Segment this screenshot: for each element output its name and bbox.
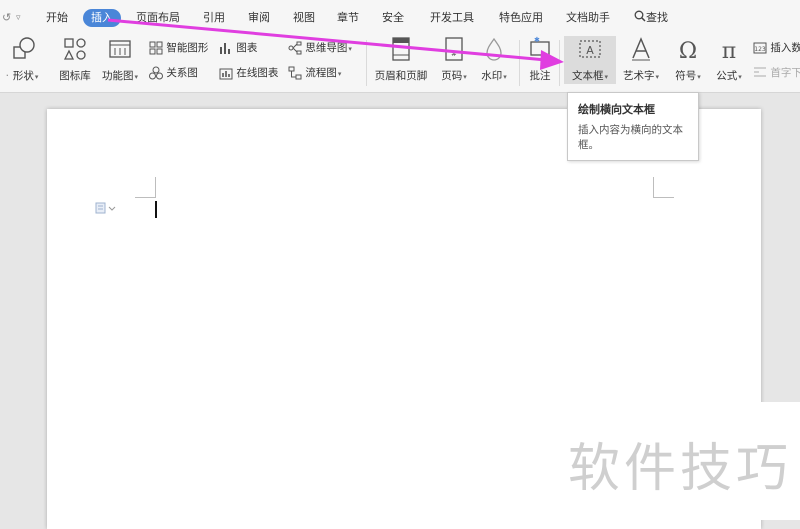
arrow-shaft [107,18,547,62]
arrow-head [540,50,564,70]
annotation-arrow [107,18,564,70]
